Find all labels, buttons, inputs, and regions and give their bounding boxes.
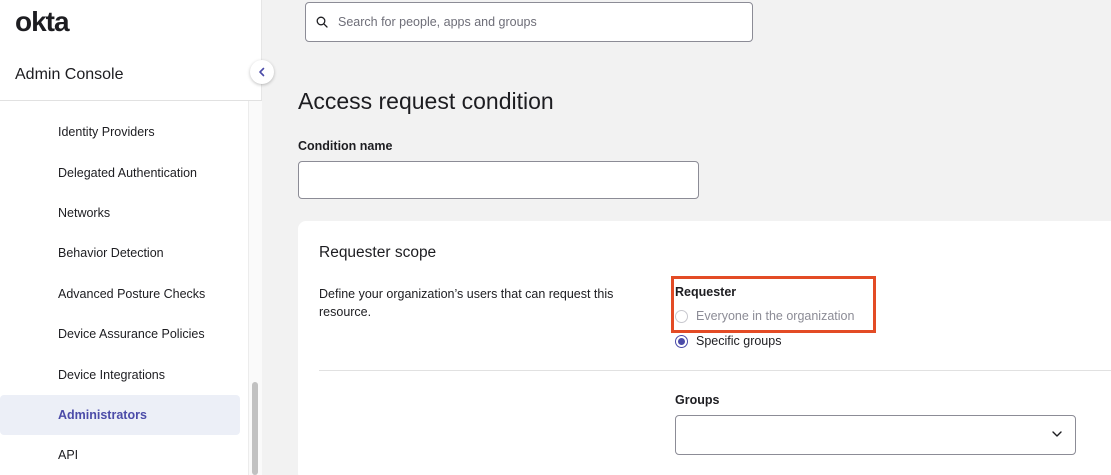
sidebar-scrollbar-thumb[interactable]	[252, 382, 258, 475]
sidebar-item-networks[interactable]: Networks	[0, 193, 248, 233]
requester-scope-description: Define your organization’s users that ca…	[319, 287, 614, 319]
groups-select[interactable]	[675, 415, 1076, 455]
sidebar: okta Admin Console Identity Providers De…	[0, 0, 262, 475]
radio-circle-specific-groups[interactable]	[675, 334, 688, 348]
collapse-sidebar-button[interactable]	[250, 60, 274, 84]
page-title: Access request condition	[298, 88, 554, 114]
requester-scope-card: Requester scope Define your organization…	[298, 221, 1111, 475]
sidebar-nav: Identity Providers Delegated Authenticat…	[0, 112, 248, 475]
sidebar-item-advanced-posture-checks[interactable]: Advanced Posture Checks	[0, 274, 248, 314]
sidebar-item-device-assurance-policies[interactable]: Device Assurance Policies	[0, 314, 248, 354]
chevron-down-icon	[1052, 431, 1062, 437]
sidebar-item-delegated-authentication[interactable]: Delegated Authentication	[0, 152, 248, 192]
chevron-left-icon	[259, 67, 265, 77]
condition-name-input[interactable]	[298, 161, 699, 199]
radio-everyone[interactable]: Everyone in the organization	[675, 309, 854, 323]
groups-label: Groups	[675, 393, 720, 407]
radio-circle-everyone[interactable]	[675, 309, 688, 323]
console-title: Admin Console	[15, 66, 124, 83]
search-input[interactable]	[338, 15, 718, 29]
condition-name-label: Condition name	[298, 139, 393, 153]
sidebar-item-device-integrations[interactable]: Device Integrations	[0, 354, 248, 394]
radio-everyone-label: Everyone in the organization	[696, 309, 855, 323]
requester-scope-title: Requester scope	[319, 244, 437, 261]
sidebar-item-api[interactable]: API	[0, 435, 248, 475]
sidebar-item-behavior-detection[interactable]: Behavior Detection	[0, 233, 248, 273]
radio-specific-groups-label: Specific groups	[696, 334, 782, 348]
sidebar-item-identity-providers[interactable]: Identity Providers	[0, 112, 248, 152]
okta-logo[interactable]: okta	[15, 6, 70, 38]
search-bar[interactable]	[305, 2, 753, 42]
sidebar-divider	[0, 100, 262, 101]
sidebar-item-administrators[interactable]: Administrators	[0, 394, 240, 436]
search-icon	[316, 16, 328, 28]
requester-label: Requester	[675, 285, 737, 299]
radio-specific-groups[interactable]: Specific groups	[675, 334, 781, 348]
card-divider	[319, 370, 1111, 371]
